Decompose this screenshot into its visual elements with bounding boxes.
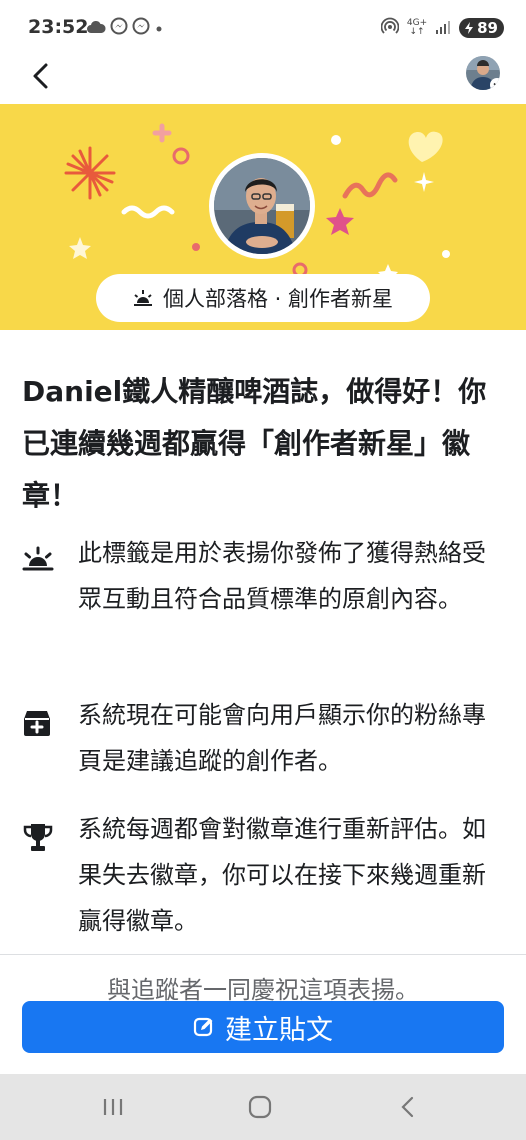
top-app-bar [0,56,526,104]
info-item: 系統現在可能會向用戶顯示你的粉絲專頁是建議追蹤的創作者。 [22,692,508,784]
divider [0,954,526,955]
sunrise-icon [22,530,58,622]
info-item: 此標籤是用於表揚你發佈了獲得熱絡受眾互動且符合品質標準的原創內容。 [22,530,508,622]
back-arrow-icon [401,1096,414,1118]
badge-label-text: 個人部落格 · 創作者新星 [162,287,394,311]
info-text: 系統現在可能會向用戶顯示你的粉絲專頁是建議追蹤的創作者。 [78,701,486,775]
system-back-button[interactable] [387,1090,427,1124]
chevron-left-icon [33,63,48,89]
inbox-plus-icon [22,692,58,784]
status-bar: 23:52 4G+ ↓↑ 89 [0,0,526,56]
page-title: Daniel鐵人精釀啤酒誌，做得好！你已連續幾週都贏得「創作者新星」徽章！ [22,375,487,512]
profile-picture [209,153,315,259]
cloud-icon [86,19,106,38]
home-button[interactable] [240,1090,280,1124]
avatar [214,158,310,254]
dot-icon [154,19,164,38]
back-button[interactable] [22,58,58,94]
recent-apps-button[interactable] [93,1090,133,1124]
messenger-icon [132,17,150,39]
celebration-banner: 個人部落格 · 創作者新星 [0,104,526,330]
messenger-icon [110,17,128,39]
system-navigation-bar [0,1074,526,1140]
signal-icon [435,19,451,38]
battery-indicator: 89 [459,18,504,38]
system-icons: 4G+ ↓↑ 89 [380,17,504,39]
info-text: 此標籤是用於表揚你發佈了獲得熱絡受眾互動且符合品質標準的原創內容。 [78,539,486,613]
celebrate-prompt: 與追蹤者一同慶祝這項表揚。 [107,976,419,1004]
home-icon [248,1095,272,1119]
badge-label-pill: 個人部落格 · 創作者新星 [96,274,430,322]
recent-apps-icon [103,1099,123,1115]
info-text: 系統每週都會對徽章進行重新評估。如果失去徽章，你可以在接下來幾週重新贏得徽章。 [78,815,486,935]
sunrise-icon [133,290,152,306]
network-type: 4G+ ↓↑ [406,18,428,37]
hotspot-icon [380,17,400,39]
edit-icon [193,1017,213,1037]
charging-icon [465,22,474,34]
trophy-icon [22,806,58,944]
create-post-button[interactable]: 建立貼文 [22,1001,504,1053]
notification-icons [86,17,164,39]
chevron-down-icon [490,78,500,90]
create-post-label: 建立貼文 [225,1014,333,1046]
info-item: 系統每週都會對徽章進行重新評估。如果失去徽章，你可以在接下來幾週重新贏得徽章。 [22,806,508,944]
profile-avatar-button[interactable] [466,56,500,90]
status-time: 23:52 [28,16,89,38]
